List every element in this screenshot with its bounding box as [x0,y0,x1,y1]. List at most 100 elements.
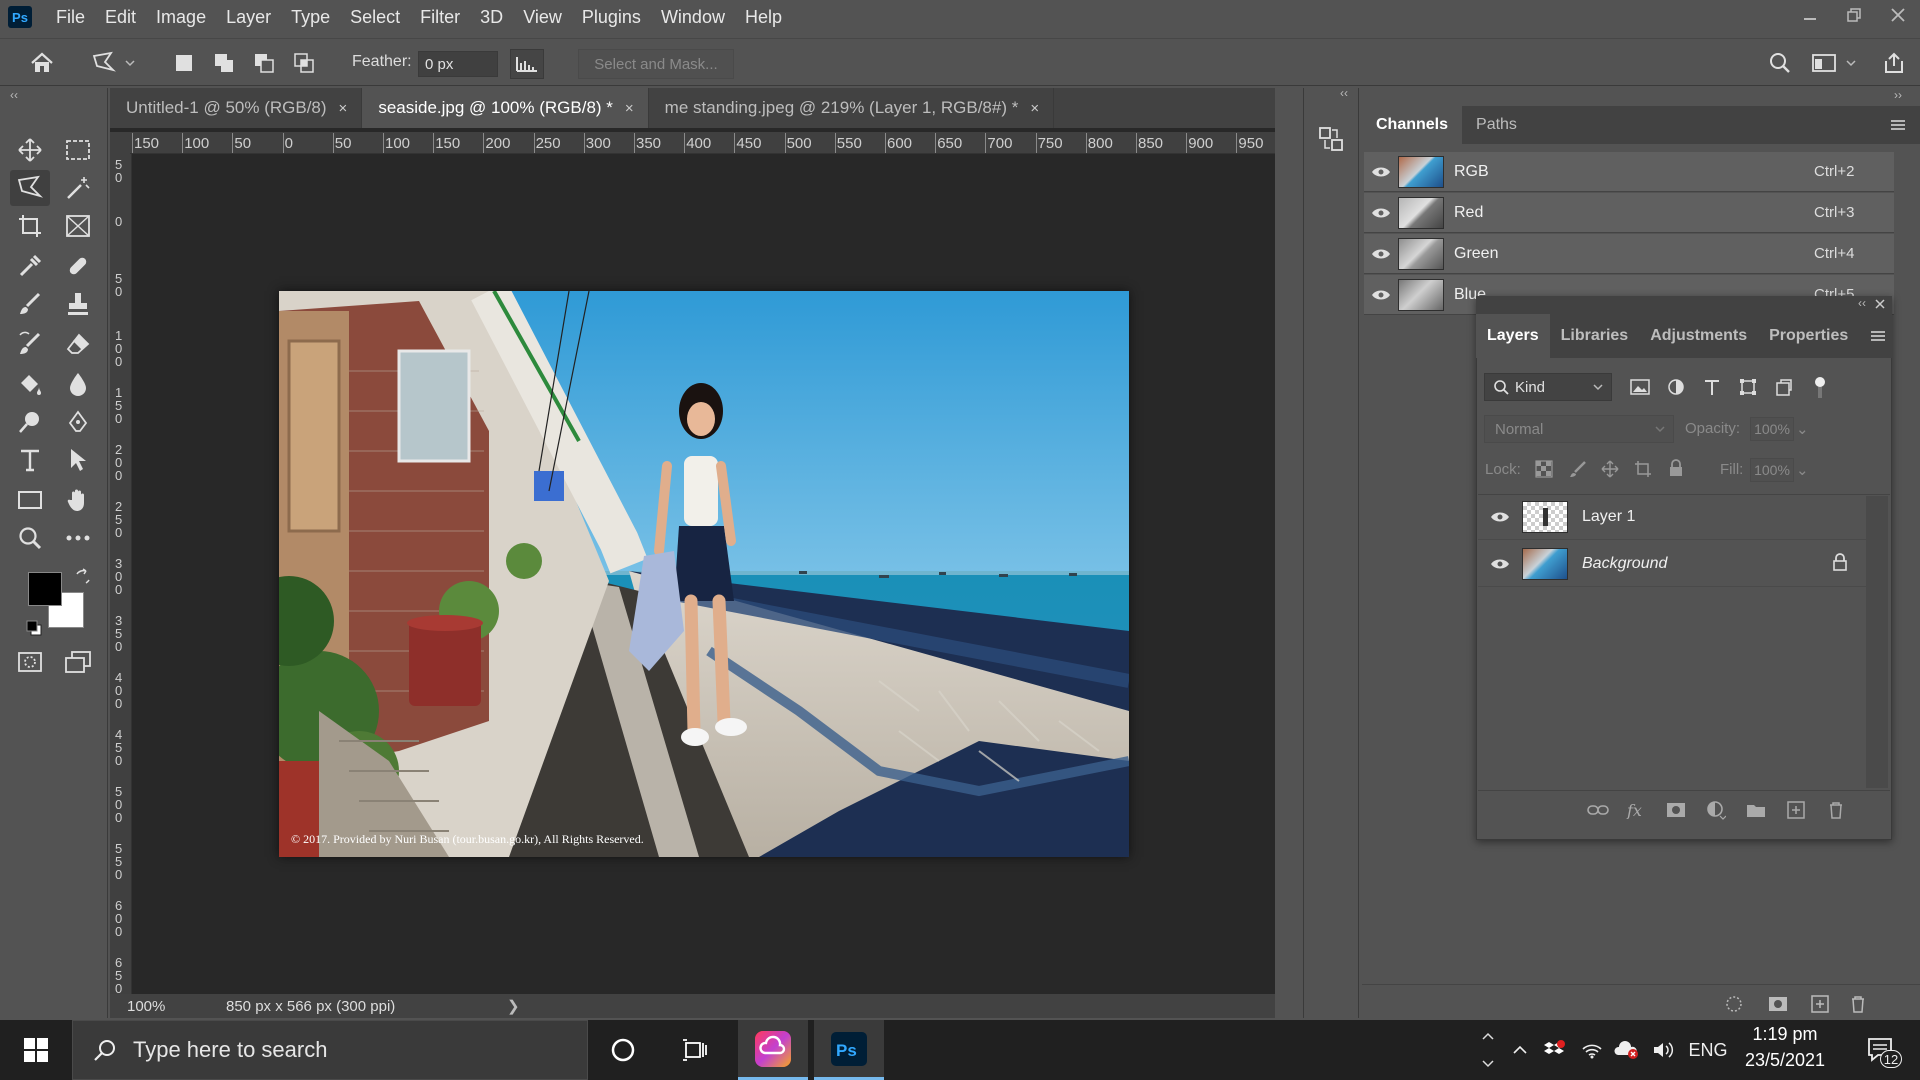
eyedropper-icon[interactable] [10,248,50,284]
magic-wand-icon[interactable] [58,170,98,206]
zoom-level[interactable]: 100% [110,998,182,1015]
healing-brush-icon[interactable] [58,248,98,284]
close-panel-icon[interactable] [1874,297,1886,314]
horizontal-ruler[interactable]: 150 100 50 0 50 100 150 200 250 300 350 400 450 500 55… [130,132,1275,154]
menu-edit[interactable]: Edit [95,0,146,34]
menu-type[interactable]: Type [281,0,340,34]
task-view-icon[interactable] [660,1020,730,1080]
delete-layer-icon[interactable] [1824,799,1848,821]
close-tab-icon[interactable]: × [339,100,348,117]
onedrive-error-icon[interactable] [1612,1020,1642,1080]
layer-lock-icon[interactable] [1832,552,1866,575]
quick-mask-icon[interactable] [10,644,50,680]
notification-center-icon[interactable]: 12 [1856,1020,1906,1080]
close-tab-icon[interactable]: × [1030,100,1039,117]
filter-adjustment-icon[interactable] [1664,375,1688,399]
blur-tool-icon[interactable] [58,366,98,402]
layers-menu-icon[interactable] [1859,314,1897,358]
menu-filter[interactable]: Filter [410,0,470,34]
menu-layer[interactable]: Layer [216,0,281,34]
layers-panel-titlebar[interactable]: ‹‹ [1476,296,1892,314]
default-colors-icon[interactable] [26,620,44,642]
link-layers-icon[interactable] [1586,799,1610,821]
cortana-icon[interactable] [588,1020,658,1080]
close-icon[interactable] [1876,0,1920,30]
filter-pixel-icon[interactable] [1628,375,1652,399]
visibility-eye-icon[interactable] [1478,558,1522,570]
layer-effects-icon[interactable]: fx [1624,799,1648,821]
lock-all-icon[interactable] [1668,459,1684,481]
layers-scrollbar[interactable] [1866,496,1888,788]
fill-input[interactable]: 100% [1750,458,1794,482]
tab-channels[interactable]: Channels [1362,106,1463,144]
lock-transparent-icon[interactable] [1535,460,1553,482]
collapse-toolbar-icon[interactable]: ‹‹ [10,88,18,102]
wifi-icon[interactable] [1578,1020,1606,1080]
menu-plugins[interactable]: Plugins [572,0,651,34]
tab-libraries[interactable]: Libraries [1550,314,1640,358]
feather-input[interactable] [418,51,498,77]
save-selection-icon[interactable] [1766,993,1790,1015]
home-icon[interactable] [28,49,56,77]
opacity-input[interactable]: 100% [1750,417,1794,441]
taskbar-clock[interactable]: 1:19 pm 23/5/2021 [1730,1024,1840,1071]
taskbar-scroll-icon[interactable] [1470,1020,1506,1080]
screen-mode-icon[interactable] [58,644,98,680]
doc-tab-me-standing[interactable]: me standing.jpeg @ 219% (Layer 1, RGB/8#… [648,88,1055,128]
zoom-tool-icon[interactable] [10,520,50,556]
collapse-panels-icon[interactable]: ›› [1894,88,1902,102]
input-language-indicator[interactable]: ENG [1686,1020,1730,1080]
lock-position-icon[interactable] [1601,460,1619,482]
status-menu-arrow-icon[interactable]: ❯ [507,997,520,1015]
pen-tool-icon[interactable] [58,404,98,440]
select-and-mask-button[interactable]: Select and Mask... [578,49,734,79]
visibility-eye-icon[interactable] [1364,166,1398,178]
fill-slider-arrow-icon[interactable]: ⌄ [1796,461,1809,479]
expand-dock-icon[interactable]: ‹‹ [1340,86,1348,100]
adjustment-layer-icon[interactable] [1704,799,1728,821]
visibility-eye-icon[interactable] [1364,248,1398,260]
channel-row-rgb[interactable]: RGB Ctrl+2 [1364,152,1894,192]
filter-smart-object-icon[interactable] [1772,375,1796,399]
new-layer-icon[interactable] [1784,799,1808,821]
filter-toggle-icon[interactable] [1808,375,1832,399]
volume-icon[interactable] [1648,1020,1678,1080]
filter-type-icon[interactable] [1700,375,1724,399]
show-hidden-icons-chevron-icon[interactable] [1508,1020,1532,1080]
clone-stamp-icon[interactable] [58,286,98,322]
photoshop-logo-icon[interactable]: Ps [8,6,32,28]
menu-help[interactable]: Help [735,0,792,34]
chevron-down-icon[interactable] [122,49,138,77]
lock-artboard-icon[interactable] [1634,460,1652,482]
menu-view[interactable]: View [513,0,572,34]
doc-tab-untitled[interactable]: Untitled-1 @ 50% (RGB/8) × [110,88,363,128]
lock-pixels-icon[interactable] [1569,460,1587,482]
layer-row-layer-1[interactable]: Layer 1 [1478,494,1866,540]
crop-tool-icon[interactable] [10,208,50,244]
anti-alias-toggle[interactable] [510,49,544,79]
blend-mode-select[interactable]: Normal [1484,415,1674,443]
collapse-layers-icon[interactable]: ‹‹ [1858,296,1866,310]
frame-tool-icon[interactable] [58,208,98,244]
new-selection-icon[interactable] [170,49,198,77]
channel-row-red[interactable]: Red Ctrl+3 [1364,193,1894,233]
history-brush-icon[interactable] [10,326,50,362]
ruler-origin[interactable] [110,132,130,154]
menu-select[interactable]: Select [340,0,410,34]
channels-menu-icon[interactable] [1876,106,1920,144]
add-mask-icon[interactable] [1664,799,1688,821]
visibility-eye-icon[interactable] [1364,289,1398,301]
layer-filter-kind-select[interactable]: Kind [1484,373,1612,401]
visibility-eye-icon[interactable] [1364,207,1398,219]
intersect-selection-icon[interactable] [290,49,318,77]
photoshop-taskbar-icon[interactable]: Ps [814,1020,884,1080]
share-icon[interactable] [1880,49,1908,77]
new-channel-icon[interactable] [1808,993,1832,1015]
brush-tool-icon[interactable] [10,286,50,322]
polygonal-lasso-preset-icon[interactable] [90,49,118,77]
taskbar-search-box[interactable]: Type here to search [72,1020,588,1080]
doc-tab-seaside[interactable]: seaside.jpg @ 100% (RGB/8) * × [362,88,649,128]
tab-layers[interactable]: Layers [1476,314,1550,358]
move-tool-icon[interactable] [10,132,50,168]
windows-start-button[interactable] [0,1020,72,1080]
